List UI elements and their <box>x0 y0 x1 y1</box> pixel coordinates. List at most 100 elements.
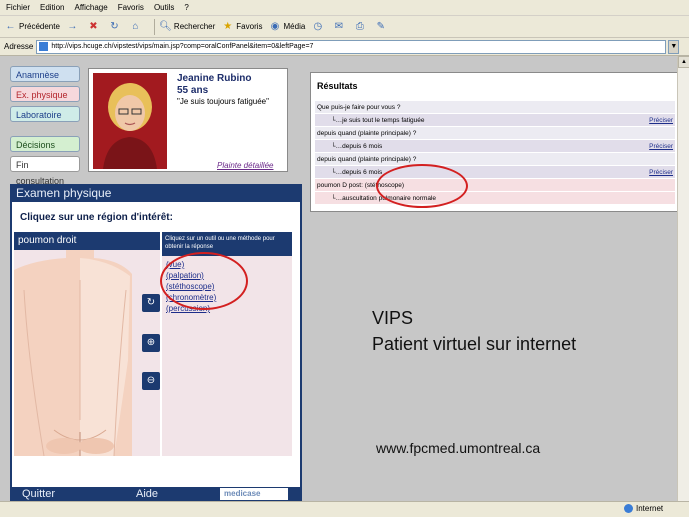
refresh-icon: ↻ <box>110 21 119 32</box>
globe-icon <box>624 504 633 513</box>
results-title: Résultats <box>317 81 358 91</box>
overlay-website: www.fpcmed.umontreal.ca <box>376 440 541 456</box>
exam-body: Cliquez sur une région d'intérêt: poumon… <box>12 202 300 487</box>
stop-icon: ✖ <box>89 21 98 32</box>
answer-text: └…depuis 6 mois <box>331 143 383 150</box>
media-button[interactable]: ◉ Média <box>269 20 306 33</box>
menu-help[interactable]: ? <box>184 3 188 12</box>
home-icon: ⌂ <box>132 21 139 32</box>
preciser-link[interactable]: Préciser <box>649 166 673 179</box>
forward-arrow-icon: → <box>67 21 78 32</box>
quit-button[interactable]: Quitter <box>16 487 61 501</box>
table-row: └…depuis 6 mois Préciser <box>315 140 675 153</box>
help-button[interactable]: Aide <box>130 487 164 501</box>
question-text: depuis quand (plainte principale) ? <box>317 156 417 163</box>
preciser-link[interactable]: Préciser <box>649 140 673 153</box>
body-map: poumon droit ↻ ⊕ ⊖ <box>14 232 160 456</box>
back-arrow-icon: ← <box>5 21 16 32</box>
table-row: └…auscultation pulmonaire normale <box>315 192 675 205</box>
page-icon <box>39 42 49 51</box>
forward-button[interactable]: → <box>66 20 81 33</box>
menu-fichier[interactable]: Fichier <box>6 3 30 12</box>
mail-icon: ✉ <box>334 21 343 32</box>
search-icon: 🔍︎ <box>159 21 172 32</box>
nav-laboratoire[interactable]: Laboratoire <box>10 106 80 122</box>
address-url: http://vips.hcuge.ch/vipstest/vips/main.… <box>51 43 314 50</box>
stop-button[interactable]: ✖ <box>87 20 102 33</box>
back-label: Précédente <box>19 22 60 31</box>
menu-favoris[interactable]: Favoris <box>118 3 144 12</box>
patient-photo <box>93 73 167 169</box>
exam-footer: Quitter Aide medicase <box>10 487 302 501</box>
patient-portrait-icon <box>93 73 167 169</box>
media-icon: ◉ <box>270 21 280 32</box>
body-back-figure[interactable] <box>14 250 160 456</box>
table-row: poumon D post: (stéthoscope) <box>315 179 675 192</box>
star-icon: ★ <box>223 21 233 32</box>
detailed-complaint-link[interactable]: Plainte détaillée <box>217 161 273 170</box>
nav-decisions[interactable]: Décisions <box>10 136 80 152</box>
zoom-in-icon[interactable]: ⊕ <box>142 334 160 352</box>
highlight-circle-result <box>376 164 468 208</box>
security-zone: Internet <box>624 504 663 513</box>
question-text: depuis quand (plainte principale) ? <box>317 130 417 137</box>
favorites-label: Favoris <box>236 22 263 31</box>
edit-icon: ✎ <box>376 21 385 32</box>
medicase-logo: medicase <box>220 488 288 500</box>
nav-fin-consultation[interactable]: Fin consultation <box>10 156 80 186</box>
answer-text: └…depuis 6 mois <box>331 169 383 176</box>
page-content: Anamnèse Ex. physique Laboratoire Décisi… <box>0 56 680 501</box>
exam-title: Examen physique <box>16 186 112 200</box>
home-button[interactable]: ⌂ <box>129 20 144 33</box>
menu-outils[interactable]: Outils <box>154 3 174 12</box>
search-label: Rechercher <box>173 22 216 31</box>
highlight-circle-tools <box>160 252 248 310</box>
tools-instructions: Cliquez sur un outil ou une méthode pour… <box>162 232 292 256</box>
exam-prompt: Cliquez sur une région d'intérêt: <box>20 212 173 223</box>
search-button[interactable]: 🔍︎ Rechercher <box>159 20 215 33</box>
patient-card: Jeanine Rubino 55 ans "Je suis toujours … <box>88 68 288 172</box>
print-button[interactable]: ⎙ <box>353 20 368 33</box>
mail-button[interactable]: ✉ <box>332 20 347 33</box>
edit-button[interactable]: ✎ <box>374 20 389 33</box>
preciser-link[interactable]: Préciser <box>649 114 673 127</box>
address-dropdown-button[interactable]: ▼ <box>668 39 680 54</box>
section-nav: Anamnèse Ex. physique Laboratoire Décisi… <box>10 66 84 186</box>
scroll-up-arrow-icon[interactable]: ▲ <box>678 56 689 68</box>
refresh-button[interactable]: ↻ <box>108 20 123 33</box>
toolbar-separator <box>153 18 155 35</box>
back-button[interactable]: ← Précédente <box>4 20 60 33</box>
patient-name: Jeanine Rubino <box>177 73 252 84</box>
address-bar: Adresse http://vips.hcuge.ch/vipstest/vi… <box>0 38 689 56</box>
media-label: Média <box>283 22 306 31</box>
menu-edition[interactable]: Edition <box>40 3 64 12</box>
nav-ex-physique[interactable]: Ex. physique <box>10 86 80 102</box>
vertical-scrollbar[interactable]: ▲ <box>677 56 689 501</box>
selected-region: poumon droit <box>14 232 160 250</box>
results-panel: Résultats Que puis-je faire pour vous ? … <box>310 72 680 212</box>
history-button[interactable]: ◷ <box>311 20 326 33</box>
overlay-subtitle: Patient virtuel sur internet <box>372 334 577 354</box>
rotate-view-icon[interactable]: ↻ <box>142 294 160 312</box>
question-text: Que puis-je faire pour vous ? <box>317 104 401 111</box>
table-row: └…depuis 6 mois Préciser <box>315 166 675 179</box>
nav-anamnese[interactable]: Anamnèse <box>10 66 80 82</box>
menu-affichage[interactable]: Affichage <box>74 3 107 12</box>
table-row: Que puis-je faire pour vous ? <box>315 101 675 114</box>
table-row: depuis quand (plainte principale) ? <box>315 153 675 166</box>
status-bar: Internet <box>0 501 689 517</box>
menu-bar: Fichier Edition Affichage Favoris Outils… <box>0 0 689 16</box>
history-icon: ◷ <box>313 21 323 32</box>
table-row: depuis quand (plainte principale) ? <box>315 127 675 140</box>
patient-age: 55 ans <box>177 85 209 96</box>
address-input[interactable]: http://vips.hcuge.ch/vipstest/vips/main.… <box>36 39 667 54</box>
patient-complaint: "Je suis toujours fatiguée" <box>177 97 269 106</box>
print-icon: ⎙ <box>355 21 364 32</box>
zone-label: Internet <box>636 504 664 513</box>
zoom-out-icon[interactable]: ⊖ <box>142 372 160 390</box>
results-table: Que puis-je faire pour vous ? └…je suis … <box>315 101 675 205</box>
answer-text: └…je suis tout le temps fatiguée <box>331 117 425 124</box>
table-row: └…je suis tout le temps fatiguée Préciser <box>315 114 675 127</box>
overlay-title: VIPS <box>372 308 414 328</box>
favorites-button[interactable]: ★ Favoris <box>221 20 262 33</box>
